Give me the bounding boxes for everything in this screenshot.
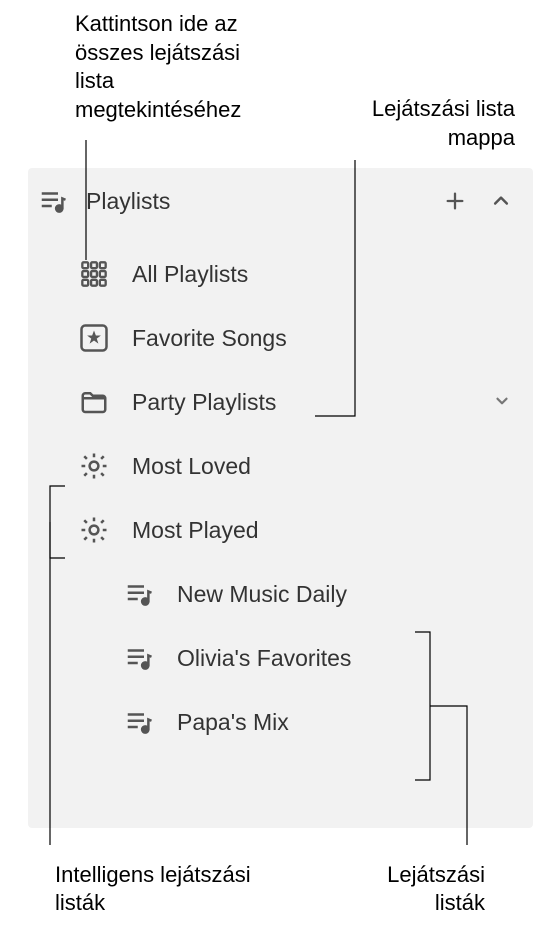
add-playlist-button[interactable] [443,189,467,213]
playlists-sidebar: Playlists [28,168,533,828]
sidebar-item-new-music-daily[interactable]: New Music Daily [123,562,523,626]
playlist-header-icon [38,186,68,216]
chevron-down-icon[interactable] [493,392,513,412]
callout-all-playlists: Kattintson ide az összes lejátszási list… [75,10,285,124]
callout-smart-playlists: Intelligens lejátszási listák [55,861,275,918]
sidebar-item-party-playlists[interactable]: Party Playlists [78,370,523,434]
sidebar-item-most-played[interactable]: Most Played [78,498,523,562]
sidebar-item-all-playlists[interactable]: All Playlists [78,242,523,306]
list-item-label: Papa's Mix [177,709,523,736]
list-item-label: Olivia's Favorites [177,645,523,672]
header-actions [443,189,513,213]
callout-playlists: Lejátszási listák [335,861,485,918]
sidebar-list: All Playlists Favorite Songs Party Playl… [28,234,533,764]
list-item-label: Party Playlists [132,389,471,416]
playlist-icon [123,642,155,674]
collapse-section-button[interactable] [489,189,513,213]
list-item-label: Most Played [132,517,523,544]
star-box-icon [78,322,110,354]
list-item-label: Favorite Songs [132,325,523,352]
callout-playlist-folder: Lejátszási lista mappa [345,95,515,152]
gear-icon [78,450,110,482]
sidebar-header: Playlists [28,168,533,234]
list-item-label: All Playlists [132,261,523,288]
gear-icon [78,514,110,546]
sidebar-item-olivias-favorites[interactable]: Olivia's Favorites [123,626,523,690]
list-item-label: Most Loved [132,453,523,480]
grid-icon [78,258,110,290]
playlist-icon [123,578,155,610]
sidebar-item-papas-mix[interactable]: Papa's Mix [123,690,523,754]
list-item-label: New Music Daily [177,581,523,608]
sidebar-item-most-loved[interactable]: Most Loved [78,434,523,498]
nested-playlists: New Music Daily Olivia's Favorites [78,562,523,754]
sidebar-item-favorite-songs[interactable]: Favorite Songs [78,306,523,370]
sidebar-title[interactable]: Playlists [86,188,425,215]
playlist-icon [123,706,155,738]
folder-icon [78,386,110,418]
